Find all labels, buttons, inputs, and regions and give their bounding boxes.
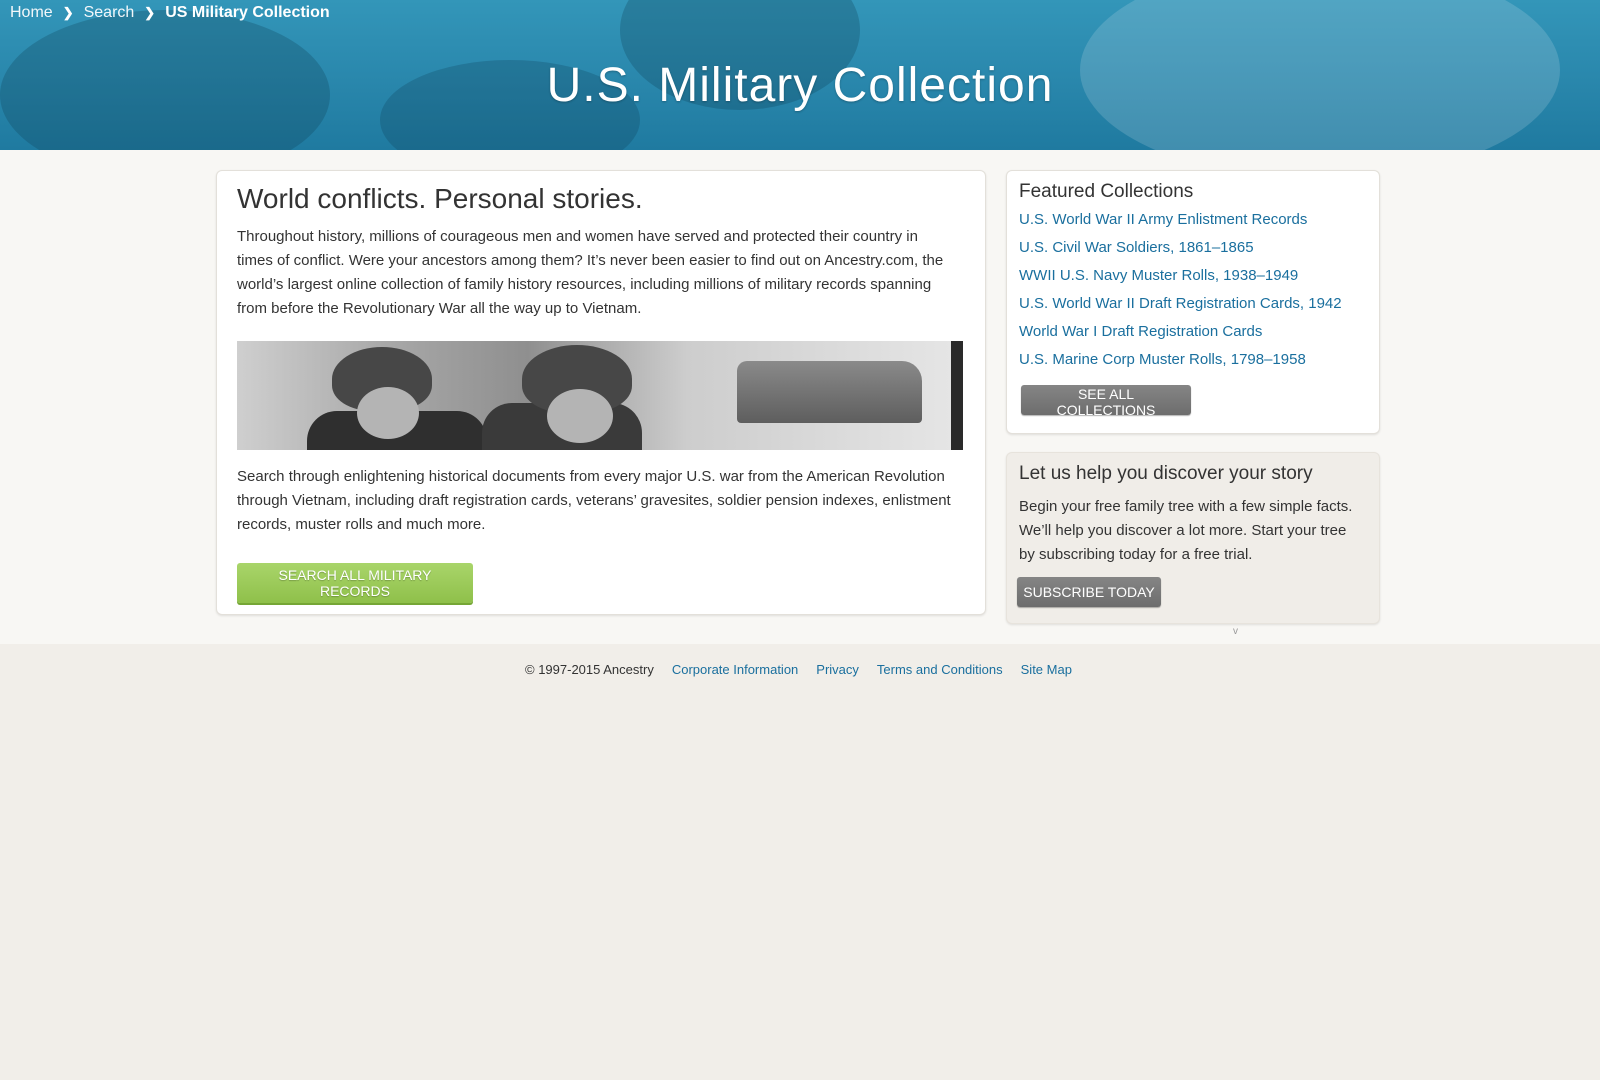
intro-text: Throughout history, millions of courageo…	[237, 228, 944, 317]
story-heading: Let us help you discover your story	[1019, 463, 1313, 484]
list-item: World War I Draft Registration Cards	[1019, 323, 1342, 351]
story-text: Begin your free family tree with a few s…	[1019, 498, 1353, 563]
footer-links: © 1997-2015 Ancestry Corporate Informati…	[525, 662, 1090, 677]
collection-link[interactable]: World War I Draft Registration Cards	[1019, 323, 1262, 340]
list-item: U.S. Civil War Soldiers, 1861–1865	[1019, 239, 1342, 267]
featured-list: U.S. World War II Army Enlistment Record…	[1019, 211, 1342, 379]
list-item: U.S. World War II Army Enlistment Record…	[1019, 211, 1342, 239]
collection-link[interactable]: U.S. World War II Draft Registration Car…	[1019, 295, 1342, 312]
chevron-right-icon: ❯	[144, 5, 156, 20]
featured-heading: Featured Collections	[1019, 181, 1194, 202]
intro-card: World conflicts. Personal stories. Throu…	[216, 170, 986, 615]
list-item: U.S. Marine Corp Muster Rolls, 1798–1958	[1019, 351, 1342, 379]
breadcrumb-search[interactable]: Search	[84, 4, 135, 22]
footer-link-privacy[interactable]: Privacy	[816, 662, 859, 677]
outro-text: Search through enlightening historical d…	[237, 468, 951, 533]
featured-collections-panel: Featured Collections U.S. World War II A…	[1006, 170, 1380, 434]
search-all-military-records-button[interactable]: Search all military records	[237, 563, 473, 603]
page-title: U.S. Military Collection	[546, 59, 1054, 112]
collection-link[interactable]: U.S. Marine Corp Muster Rolls, 1798–1958	[1019, 351, 1306, 368]
chevron-right-icon: ❯	[62, 5, 74, 20]
breadcrumb-home[interactable]: Home	[10, 4, 53, 22]
subscribe-button[interactable]: Subscribe today	[1017, 577, 1161, 607]
intro-heading: World conflicts. Personal stories.	[237, 183, 643, 214]
breadcrumb: Home ❯ Search ❯ US Military Collection	[10, 4, 330, 22]
footer: © 1997-2015 Ancestry Corporate Informati…	[0, 644, 1600, 1080]
see-all-collections-button[interactable]: See all collections	[1021, 385, 1191, 418]
copyright-text: © 1997-2015 Ancestry	[525, 662, 654, 677]
collection-link[interactable]: WWII U.S. Navy Muster Rolls, 1938–1949	[1019, 267, 1298, 284]
content-area: World conflicts. Personal stories. Throu…	[0, 150, 1600, 644]
landing-craft-shape	[737, 361, 922, 423]
collection-link[interactable]: U.S. Civil War Soldiers, 1861–1865	[1019, 239, 1254, 256]
photo-edge	[951, 341, 963, 450]
discover-story-panel: Let us help you discover your story Begi…	[1006, 452, 1380, 624]
stray-mark: v	[1233, 626, 1238, 637]
list-item: WWII U.S. Navy Muster Rolls, 1938–1949	[1019, 267, 1342, 295]
collection-link[interactable]: U.S. World War II Army Enlistment Record…	[1019, 211, 1307, 228]
soldiers-photo	[237, 341, 963, 450]
face-shape	[357, 387, 419, 439]
list-item: U.S. World War II Draft Registration Car…	[1019, 295, 1342, 323]
breadcrumb-current: US Military Collection	[165, 4, 330, 21]
footer-link-corporate-information[interactable]: Corporate Information	[672, 662, 798, 677]
hero-banner: Home ❯ Search ❯ US Military Collection U…	[0, 0, 1600, 150]
footer-link-terms[interactable]: Terms and Conditions	[877, 662, 1003, 677]
face-shape	[547, 389, 613, 443]
footer-link-site-map[interactable]: Site Map	[1021, 662, 1072, 677]
